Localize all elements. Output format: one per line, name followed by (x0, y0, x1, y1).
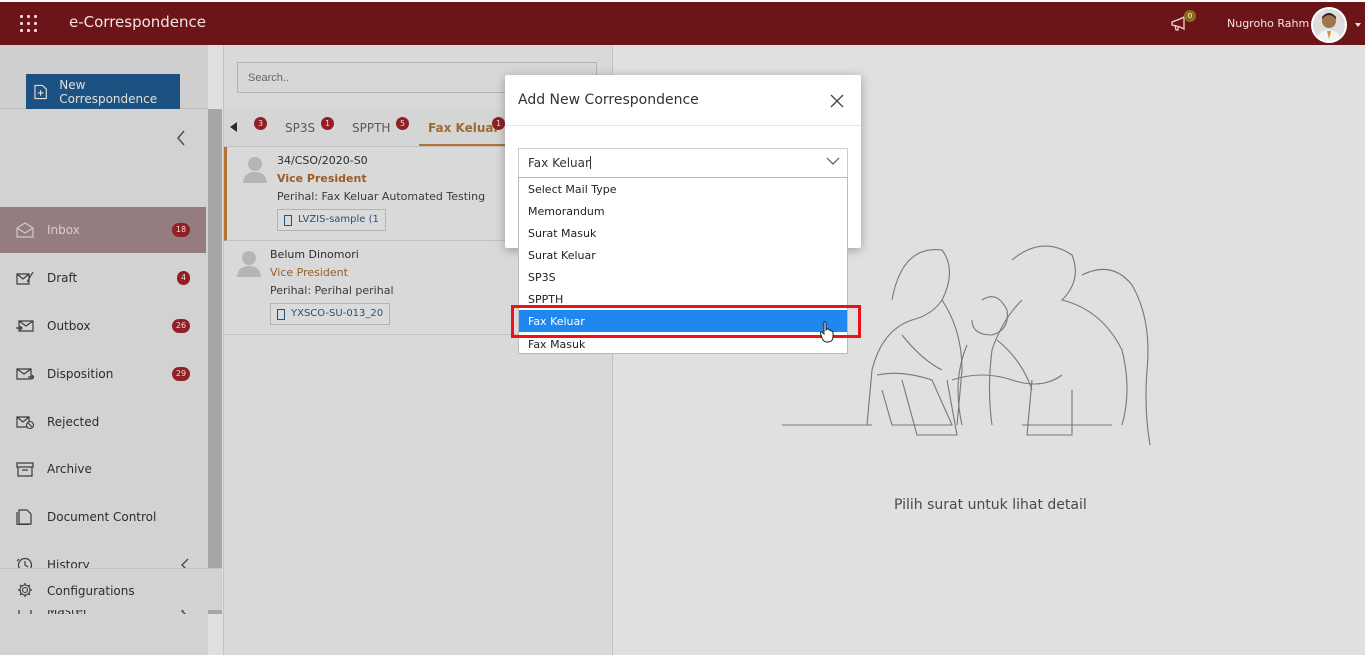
user-menu-caret-icon[interactable] (1355, 23, 1361, 27)
app-title: e-Correspondence (69, 13, 207, 31)
dialog-divider (505, 125, 861, 126)
mail-type-select[interactable]: Fax Keluar (518, 148, 848, 178)
dialog-title: Add New Correspondence (518, 92, 699, 108)
option-sp3s[interactable]: SP3S (519, 266, 847, 288)
option-memorandum[interactable]: Memorandum (519, 200, 847, 222)
app-grid-icon[interactable] (20, 15, 38, 33)
mail-type-selected-value: Fax Keluar (528, 156, 590, 170)
option-select-mail-type[interactable]: Select Mail Type (519, 178, 847, 200)
user-name[interactable]: Nugroho Rahm (1227, 17, 1309, 30)
top-bar: e-Correspondence 0 Nugroho Rahm (0, 0, 1365, 45)
close-icon[interactable] (830, 94, 844, 108)
user-avatar[interactable] (1311, 7, 1347, 43)
highlight-annotation-frame (511, 305, 861, 338)
hand-pointer-cursor-icon (820, 321, 834, 343)
option-surat-keluar[interactable]: Surat Keluar (519, 244, 847, 266)
notification-badge: 0 (1184, 10, 1196, 22)
chevron-down-icon[interactable] (826, 156, 840, 166)
option-surat-masuk[interactable]: Surat Masuk (519, 222, 847, 244)
